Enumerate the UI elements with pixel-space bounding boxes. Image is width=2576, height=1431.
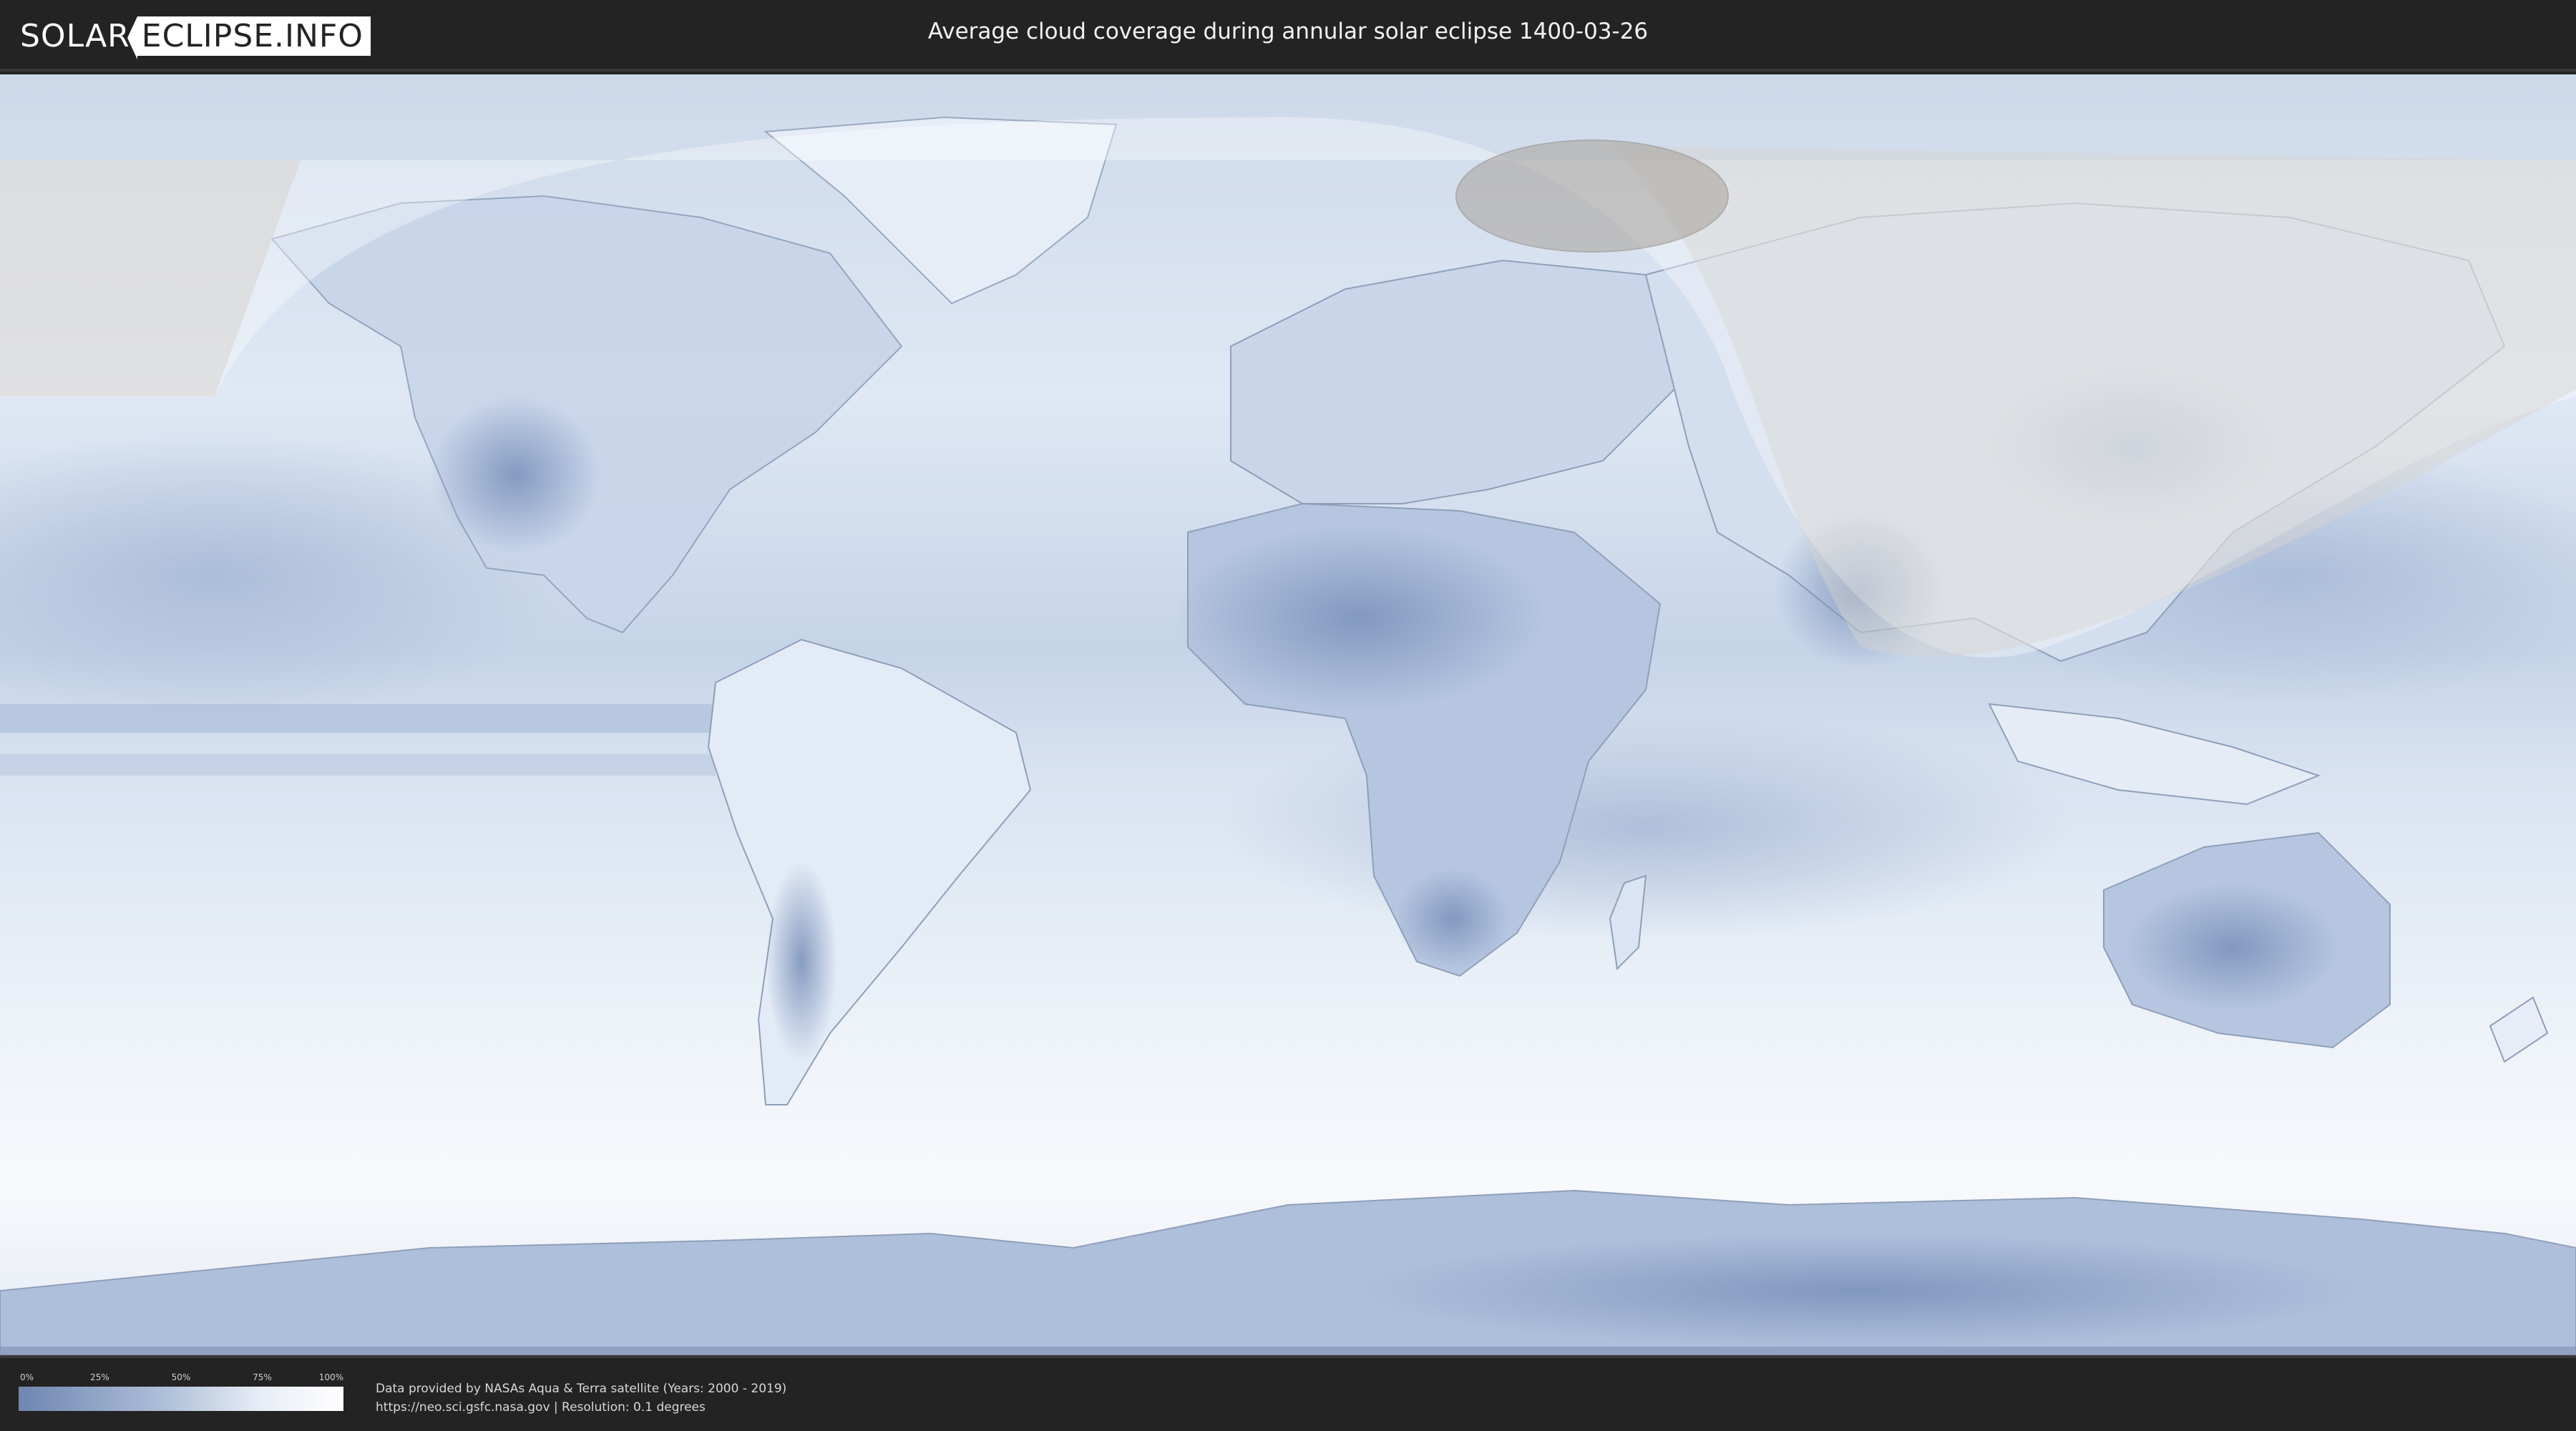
legend-tick-50: 50% — [171, 1372, 191, 1382]
legend-color-bar — [19, 1387, 343, 1411]
clear-sky-region — [1216, 711, 2075, 940]
data-credits: Data provided by NASAs Aqua & Terra sate… — [376, 1379, 786, 1417]
legend-tick-25: 25% — [90, 1372, 109, 1382]
clear-sky-region — [766, 861, 837, 1062]
footer-bar: 0% 25% 50% 75% 100% Data provided by NAS… — [0, 1355, 2576, 1431]
equatorial-band — [0, 754, 716, 776]
legend-tick-100: 100% — [318, 1372, 343, 1382]
legend-tick-75: 75% — [253, 1372, 272, 1382]
clear-sky-region — [2125, 883, 2340, 1012]
clear-sky-region — [1174, 525, 1546, 711]
legend-tick-0: 0% — [20, 1372, 34, 1382]
clear-sky-region — [1395, 869, 1510, 969]
legend-ticks: 0% 25% 50% 75% 100% — [19, 1372, 343, 1382]
credit-line-url: https://neo.sci.gsfc.nasa.gov | Resoluti… — [376, 1400, 706, 1415]
page-title: Average cloud coverage during annular so… — [927, 19, 1649, 44]
clear-sky-region — [1360, 1234, 2361, 1348]
cloud-coverage-legend: 0% 25% 50% 75% 100% — [19, 1372, 343, 1411]
clear-sky-region — [429, 396, 601, 554]
map-bottom-edge — [0, 1347, 2576, 1355]
credit-line-source: Data provided by NASAs Aqua & Terra sate… — [376, 1382, 787, 1396]
annular-shadow-path — [1455, 140, 1729, 253]
header-bar: SOLAR ECLIPSE.INFO Average cloud coverag… — [0, 0, 2576, 72]
cloud-coverage-map — [0, 74, 2576, 1355]
